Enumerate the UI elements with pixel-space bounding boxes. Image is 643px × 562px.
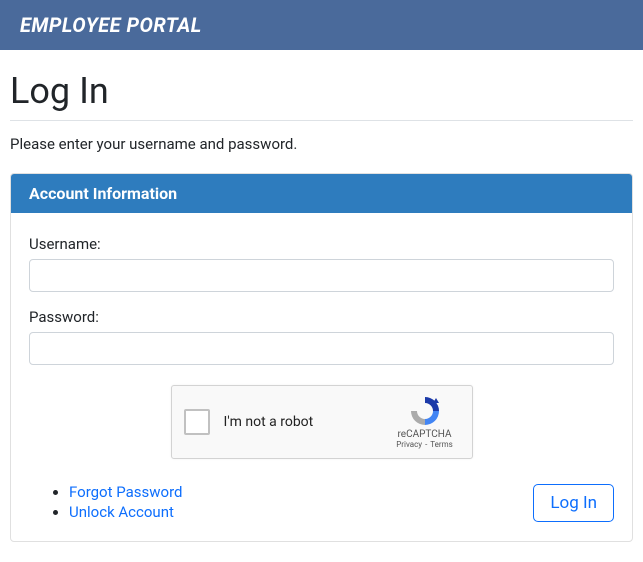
forgot-password-link[interactable]: Forgot Password	[69, 483, 183, 501]
username-label: Username:	[29, 235, 614, 253]
password-label: Password:	[29, 308, 614, 326]
username-group: Username:	[29, 235, 614, 292]
recaptcha-branding: reCAPTCHA Privacy - Terms	[390, 395, 460, 449]
unlock-account-link[interactable]: Unlock Account	[69, 503, 174, 521]
app-title: EMPLOYEE PORTAL	[20, 13, 623, 37]
recaptcha-terms-link[interactable]: Terms	[430, 440, 452, 449]
page-title: Log In	[10, 70, 633, 112]
login-button[interactable]: Log In	[533, 484, 614, 522]
card-header: Account Information	[11, 174, 632, 213]
app-header: EMPLOYEE PORTAL	[0, 0, 643, 50]
recaptcha-container: I'm not a robot reCAPTCHA Privacy - Term…	[29, 385, 614, 459]
account-card: Account Information Username: Password: …	[10, 173, 633, 542]
title-separator	[10, 120, 633, 121]
instruction-text: Please enter your username and password.	[10, 135, 633, 153]
username-input[interactable]	[29, 259, 614, 292]
recaptcha-brand: reCAPTCHA	[397, 429, 451, 440]
recaptcha-legal: Privacy - Terms	[396, 440, 453, 449]
content: Log In Please enter your username and pa…	[0, 50, 643, 552]
password-input[interactable]	[29, 332, 614, 365]
help-links: Forgot Password Unlock Account	[29, 483, 183, 523]
card-footer: Forgot Password Unlock Account Log In	[29, 483, 614, 523]
recaptcha-privacy-link[interactable]: Privacy	[396, 440, 422, 449]
card-body: Username: Password: I'm not a robot	[11, 213, 632, 541]
recaptcha-label: I'm not a robot	[224, 414, 390, 430]
recaptcha-widget: I'm not a robot reCAPTCHA Privacy - Term…	[171, 385, 473, 459]
recaptcha-checkbox[interactable]	[184, 409, 210, 435]
recaptcha-icon	[409, 395, 441, 427]
password-group: Password:	[29, 308, 614, 365]
